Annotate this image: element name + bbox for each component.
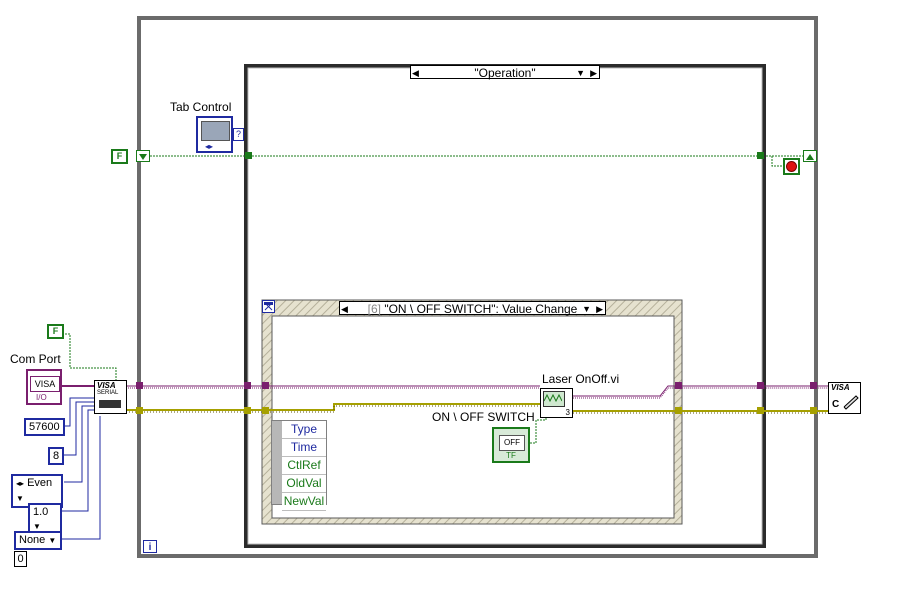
- on-off-switch-terminal[interactable]: OFF TF: [492, 427, 530, 463]
- tunnel-visa-5: [757, 382, 764, 389]
- flow-control-constant[interactable]: None ▼: [14, 531, 62, 550]
- tunnel-err-5: [757, 407, 764, 414]
- iteration-terminal: i: [143, 540, 157, 553]
- shift-register-left[interactable]: [136, 150, 150, 162]
- tunnel-visa-2: [244, 382, 251, 389]
- arrow-down-icon: [139, 154, 147, 160]
- event-data-item[interactable]: Time: [282, 439, 326, 457]
- case-selector[interactable]: ◀ "Operation" ▼ ▶: [410, 65, 600, 80]
- event-selector[interactable]: ◀ [6] "ON \ OFF SWITCH": Value Change ▼ …: [339, 301, 606, 316]
- event-data-item[interactable]: OldVal: [282, 475, 326, 493]
- chevron-down-icon[interactable]: ▼: [576, 66, 585, 80]
- shift-register-right[interactable]: [803, 150, 817, 162]
- tab-control-arrows-icon: ◂▸: [205, 142, 214, 151]
- tunnel-right-top: [757, 152, 764, 159]
- arrow-up-icon: [806, 154, 814, 160]
- event-data-item[interactable]: CtlRef: [282, 457, 326, 475]
- parity-chevron-down-icon[interactable]: ▼: [16, 494, 24, 503]
- tunnel-visa-4: [675, 382, 682, 389]
- tab-control-label: Tab Control: [170, 100, 232, 114]
- tab-control-icon: [201, 121, 230, 141]
- stop-icon: [786, 161, 797, 172]
- event-increment-icon[interactable]: ▶: [596, 302, 603, 316]
- switch-sub: TF: [506, 451, 516, 460]
- event-timeout-icon: [262, 300, 275, 313]
- close-node-sub: C: [832, 399, 840, 410]
- tab-unknown-icon: ?: [233, 128, 244, 141]
- serial-config-sub: SERIAL: [97, 390, 119, 396]
- tunnel-visa-3: [262, 382, 269, 389]
- close-node-text: VISA: [831, 383, 850, 392]
- tunnel-err-6: [810, 407, 817, 414]
- serial-config-text: VISA: [97, 381, 116, 390]
- subvi-count: 3: [565, 408, 570, 417]
- subvi-label: Laser OnOff.vi: [542, 372, 620, 386]
- com-port-label: Com Port: [10, 352, 61, 366]
- tunnel-visa-1: [136, 382, 143, 389]
- error-constant[interactable]: 0: [14, 551, 27, 567]
- pen-icon: [843, 395, 859, 410]
- event-decrement-icon[interactable]: ◀: [341, 302, 348, 316]
- tunnel-err-3: [262, 407, 269, 414]
- stop-bits-chevron-down-icon[interactable]: ▼: [33, 522, 41, 531]
- serial-connector-icon: [99, 400, 121, 408]
- visa-control-sub: I/O: [36, 393, 47, 402]
- event-data-node-border: [272, 421, 282, 504]
- flow-chevron-down-icon[interactable]: ▼: [48, 536, 56, 545]
- switch-label: ON \ OFF SWITCH: [432, 410, 535, 424]
- event-chevron-down-icon[interactable]: ▼: [582, 302, 591, 316]
- tab-control-terminal[interactable]: ◂▸: [196, 116, 233, 153]
- visa-close-node[interactable]: VISA C: [828, 382, 861, 414]
- data-bits-constant[interactable]: 8: [48, 447, 65, 465]
- increment-arrow-icon[interactable]: ▶: [590, 66, 597, 80]
- tunnel-left-top: [245, 152, 252, 159]
- decrement-arrow-icon[interactable]: ◀: [412, 66, 419, 80]
- baud-rate-constant[interactable]: 57600: [24, 418, 65, 436]
- false-constant-left[interactable]: F: [47, 324, 64, 339]
- event-data-item[interactable]: NewVal: [282, 493, 326, 511]
- event-data-item[interactable]: Type: [282, 421, 326, 439]
- block-diagram-canvas: [56, 16, 828, 558]
- false-constant-top[interactable]: F: [111, 149, 128, 164]
- laser-onoff-subvi[interactable]: 3: [540, 388, 573, 418]
- parity-arrows-icon: ◂▸: [16, 479, 25, 488]
- tunnel-visa-6: [810, 382, 817, 389]
- event-data-rows: Type Time CtlRef OldVal NewVal: [282, 421, 326, 511]
- waveform-icon: [544, 393, 562, 403]
- tunnel-err-1: [136, 407, 143, 414]
- com-port-terminal[interactable]: VISA I/O: [26, 369, 62, 405]
- visa-control-text: VISA: [30, 376, 60, 392]
- event-data-node[interactable]: Type Time CtlRef OldVal NewVal: [271, 420, 327, 511]
- visa-configure-serial-node[interactable]: VISA SERIAL: [94, 380, 127, 414]
- stop-terminal[interactable]: [783, 158, 800, 175]
- switch-text: OFF: [499, 435, 525, 451]
- tunnel-err-2: [244, 407, 251, 414]
- tunnel-err-4: [675, 407, 682, 414]
